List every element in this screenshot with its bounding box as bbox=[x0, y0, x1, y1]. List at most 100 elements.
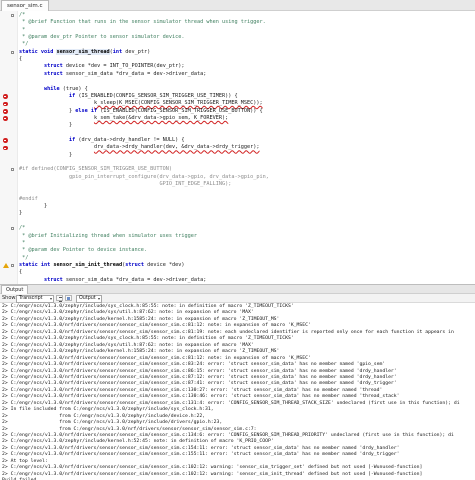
code-editor[interactable]: /* * @brief Function that runs in the se… bbox=[0, 11, 475, 284]
output-text-area[interactable]: 2> C:/engr/ncs/v1.3.0/zephyr/include/sys… bbox=[0, 303, 475, 480]
code-line[interactable]: } bbox=[0, 122, 475, 129]
show-select-value: Transcript bbox=[19, 296, 43, 301]
code-token: device *dev) bbox=[143, 261, 185, 268]
code-line[interactable]: #endif bbox=[0, 196, 475, 203]
code-line[interactable]: } bbox=[0, 152, 475, 159]
error-marker-icon[interactable] bbox=[3, 101, 8, 107]
code-token: * @param dev Pointer to device instance. bbox=[19, 247, 148, 254]
code-text: static int sensor_sim_init_thread(struct… bbox=[19, 262, 185, 269]
code-token: sensor_sim_init_thread bbox=[53, 261, 123, 268]
code-line[interactable]: */ bbox=[0, 41, 475, 48]
code-token: (drv_data->drdy_handler != NULL) { bbox=[75, 136, 185, 143]
code-line[interactable] bbox=[0, 159, 475, 166]
code-token: k_sem_take(&drv_data->gpio_sem, K_FOREVE… bbox=[93, 114, 229, 121]
code-token: * bbox=[19, 239, 26, 246]
code-line[interactable]: k_sleep(K_MSEC(CONFIG_SENSOR_SIM_TRIGGER… bbox=[0, 100, 475, 107]
code-text: k_sem_take(&drv_data->gpio_sem, K_FOREVE… bbox=[19, 115, 228, 122]
code-line[interactable] bbox=[0, 218, 475, 225]
editor-tab-sensor-sim[interactable]: sensor_sim.c bbox=[1, 0, 49, 11]
code-line[interactable]: /* bbox=[0, 12, 475, 19]
code-line[interactable]: k_sem_take(&drv_data->gpio_sem, K_FOREVE… bbox=[0, 115, 475, 122]
error-marker-icon[interactable] bbox=[3, 116, 8, 121]
code-line[interactable]: * bbox=[0, 27, 475, 34]
code-line[interactable]: while (true) { bbox=[0, 86, 475, 93]
code-token: struct bbox=[125, 261, 144, 268]
code-line[interactable]: { bbox=[0, 269, 475, 276]
code-token: { bbox=[19, 56, 23, 63]
code-token: struct bbox=[44, 70, 63, 77]
code-text: * bbox=[19, 27, 25, 34]
code-line[interactable]: * @param dev Pointer to device instance. bbox=[0, 247, 475, 254]
error-marker-icon[interactable] bbox=[3, 108, 8, 114]
code-token: sensor_sim_data *drv_data = dev->driver_… bbox=[62, 276, 207, 283]
code-text: */ bbox=[19, 255, 28, 262]
code-token: dev_ptr) bbox=[122, 48, 151, 55]
code-token: static void bbox=[19, 48, 57, 55]
code-text: { bbox=[19, 269, 22, 276]
code-line[interactable]: GPIO_INT_EDGE_FALLING); bbox=[0, 181, 475, 188]
code-line[interactable]: * @brief Function that runs in the senso… bbox=[0, 19, 475, 26]
fold-toggle-icon[interactable] bbox=[11, 14, 14, 17]
code-line[interactable]: #if defined(CONFIG_SENSOR_SIM_TRIGGER_US… bbox=[0, 166, 475, 173]
code-line[interactable]: gpio_pin_interrupt_configure(drv_data->g… bbox=[0, 174, 475, 181]
code-line[interactable]: struct device *dev = INT_TO_POINTER(dev_… bbox=[0, 63, 475, 70]
code-token: } bbox=[19, 107, 76, 114]
error-marker-icon[interactable] bbox=[3, 94, 8, 99]
code-text: * @param dev Pointer to device instance. bbox=[19, 247, 147, 254]
code-line[interactable]: static int sensor_sim_init_thread(struct… bbox=[0, 262, 475, 269]
fold-toggle-icon[interactable] bbox=[11, 168, 14, 172]
code-line[interactable]: } else if (IS_ENABLED(CONFIG_SENSOR_SIM_… bbox=[0, 108, 475, 115]
code-line[interactable]: * @param dev_ptr Pointer to sensor simul… bbox=[0, 34, 475, 41]
code-text: * bbox=[19, 240, 25, 247]
code-line[interactable]: */ bbox=[0, 255, 475, 262]
code-line[interactable]: { bbox=[0, 56, 475, 63]
code-line[interactable]: } bbox=[0, 210, 475, 217]
code-line[interactable]: } bbox=[0, 203, 475, 210]
output-filter-select[interactable]: Output bbox=[76, 295, 102, 303]
code-text: #endif bbox=[19, 196, 38, 203]
code-text: * @brief Function that runs in the senso… bbox=[19, 19, 266, 26]
code-text: } bbox=[19, 122, 72, 129]
code-line[interactable]: struct sensor_sim_data *drv_data = dev->… bbox=[0, 71, 475, 78]
code-line[interactable]: /* bbox=[0, 225, 475, 232]
lock-scroll-button[interactable] bbox=[65, 295, 72, 301]
code-line[interactable]: * bbox=[0, 240, 475, 247]
code-line[interactable]: if (IS_ENABLED(CONFIG_SENSOR_SIM_TRIGGER… bbox=[0, 93, 475, 100]
fold-toggle-icon[interactable] bbox=[11, 227, 14, 231]
fold-toggle-icon[interactable] bbox=[11, 50, 14, 54]
show-select[interactable]: Transcript bbox=[16, 295, 54, 303]
code-line[interactable]: drv_data->drdy_handler(dev, &drv_data->d… bbox=[0, 144, 475, 151]
clear-output-button[interactable] bbox=[56, 295, 63, 302]
code-line[interactable]: static void sensor_sim_thread(int dev_pt… bbox=[0, 48, 475, 56]
code-token: else if bbox=[75, 107, 98, 114]
code-text: static void sensor_sim_thread(int dev_pt… bbox=[19, 48, 151, 56]
code-line[interactable] bbox=[0, 188, 475, 195]
code-token: (true) { bbox=[59, 85, 88, 92]
code-token: /* bbox=[19, 225, 26, 232]
code-text: } bbox=[19, 152, 72, 159]
code-line[interactable]: struct sensor_sim_data *drv_data = dev->… bbox=[0, 277, 475, 284]
code-line[interactable] bbox=[0, 130, 475, 137]
code-text: if (IS_ENABLED(CONFIG_SENSOR_SIM_TRIGGER… bbox=[19, 93, 238, 100]
code-text: struct device *dev = INT_TO_POINTER(dev_… bbox=[19, 63, 185, 70]
chevron-down-icon bbox=[98, 298, 100, 300]
output-line: 2> C:/engr/ncs/v1.3.0/nrf/drivers/sensor… bbox=[2, 452, 400, 458]
error-marker-icon[interactable] bbox=[3, 138, 8, 143]
code-line[interactable]: * @brief Initializing thread when simula… bbox=[0, 233, 475, 240]
code-text: struct sensor_sim_data *drv_data = dev->… bbox=[19, 71, 206, 78]
code-token: k_sleep(K_MSEC(CONFIG_SENSOR_SIM_TRIGGER… bbox=[93, 100, 263, 107]
error-marker-icon[interactable] bbox=[3, 145, 8, 151]
warning-marker-icon[interactable] bbox=[2, 263, 9, 269]
code-token: #if defined(CONFIG_SENSOR_SIM_TRIGGER_US… bbox=[19, 166, 173, 173]
code-line[interactable] bbox=[0, 78, 475, 85]
code-token: struct bbox=[44, 276, 63, 283]
code-token: } bbox=[19, 210, 23, 217]
code-line[interactable]: if (drv_data->drdy_handler != NULL) { bbox=[0, 137, 475, 144]
code-token: * @param dev_ptr Pointer to sensor simul… bbox=[19, 34, 185, 41]
fold-toggle-icon[interactable] bbox=[11, 263, 14, 267]
